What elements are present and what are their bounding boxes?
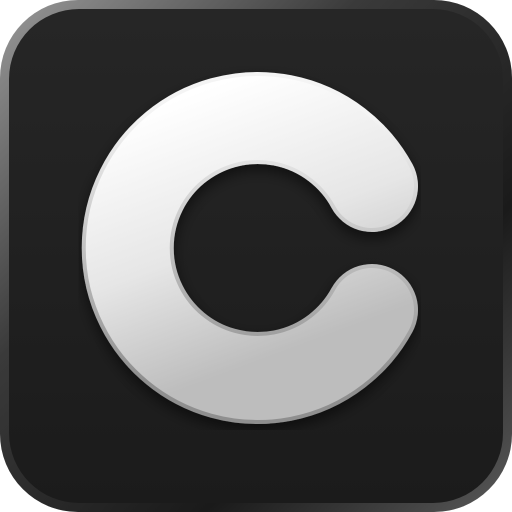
letter-c-app-icon (0, 0, 512, 512)
